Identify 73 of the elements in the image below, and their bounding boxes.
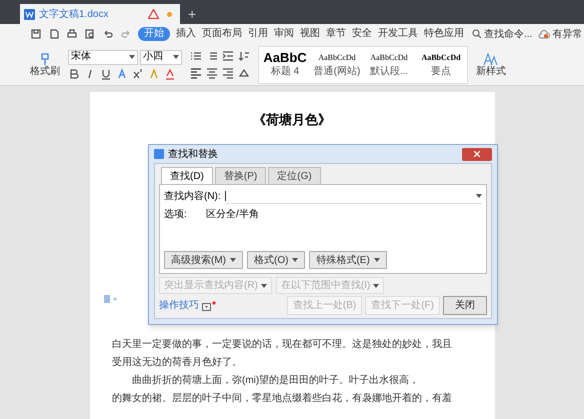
action-button[interactable]: 关闭 (443, 296, 487, 315)
bullet-list-icon[interactable] (190, 50, 202, 62)
options-label: 选项: (164, 208, 188, 222)
body-text: 白天里一定要做的事，一定要说的话，现在都可不理。这是独处的妙处，我且 (112, 338, 453, 352)
dialog-tab[interactable]: 查找(D) (161, 167, 213, 184)
menu-tab[interactable]: 安全 (352, 27, 372, 41)
undo-icon[interactable] (102, 28, 114, 40)
find-label: 查找内容(N): (164, 190, 221, 204)
option-button[interactable]: 格式(O) (247, 251, 306, 269)
options-value: 区分全/半角 (206, 208, 259, 222)
underline-icon[interactable] (100, 68, 112, 80)
dialog-tab[interactable]: 替换(P) (214, 167, 266, 184)
page-title: 《荷塘月色》 (253, 111, 331, 129)
body-text: 的舞女的裙。层层的叶子中间，零星地点缀着些白花，有袅娜地开着的，有羞 (112, 392, 453, 406)
body-text: 受用这无边的荷香月色好了。 (112, 356, 243, 370)
size-select[interactable]: 小四 (140, 50, 182, 64)
caret-icon (292, 258, 298, 262)
font-color-icon[interactable] (116, 68, 128, 80)
search-icon (472, 29, 482, 39)
caret-icon (373, 284, 380, 288)
document-icon (24, 8, 35, 20)
text-color-icon[interactable] (164, 68, 176, 80)
command-search[interactable]: 查找命令... (484, 26, 532, 42)
dialog-tab[interactable]: 定位(G) (268, 167, 321, 184)
save-icon[interactable] (30, 28, 42, 40)
find-field[interactable] (224, 190, 482, 204)
style-preset[interactable]: AaBbC 标题 4 (259, 46, 311, 82)
menu-tab[interactable]: 引用 (248, 27, 268, 41)
option-button[interactable]: 高级搜索(M) (164, 251, 243, 269)
preview-icon[interactable] (84, 28, 96, 40)
document-tab[interactable]: 文字文稿1.docx (20, 4, 180, 24)
align-left-icon[interactable] (190, 67, 202, 79)
menu-tab[interactable]: 插入 (176, 27, 196, 41)
style-preset[interactable]: AaBbCcDd 要点 (415, 46, 467, 82)
menu-tab[interactable]: 开始 (138, 27, 170, 41)
caret-icon (230, 258, 236, 262)
option-button[interactable]: 特殊格式(E) (309, 251, 387, 269)
format-painter-button[interactable]: 格式刷 (30, 52, 60, 78)
font-size-icon (483, 52, 499, 66)
style-preset[interactable]: AaBbCcDd 默认段... (363, 46, 415, 82)
bold-icon[interactable] (68, 68, 80, 80)
caret-icon (173, 55, 179, 59)
sort-icon[interactable] (238, 50, 250, 62)
indent-icon[interactable] (222, 50, 234, 62)
menu-tab[interactable]: 特色应用 (424, 27, 464, 41)
paragraph-icon (104, 295, 118, 303)
caret-icon (260, 284, 267, 288)
caret-icon (476, 194, 482, 198)
caret-icon (374, 258, 380, 262)
close-button[interactable] (462, 148, 492, 160)
style-preset[interactable]: AaBbCcDd 普通(网站) (311, 46, 363, 82)
menu-tab[interactable]: 视图 (300, 27, 320, 41)
new-tab-button[interactable]: + (180, 4, 204, 24)
document-title: 文字文稿1.docx (39, 8, 110, 22)
align-right-icon[interactable] (222, 67, 234, 79)
menu-tab[interactable]: 页面布局 (202, 27, 242, 41)
font-select[interactable]: 宋体 (68, 50, 138, 64)
align-center-icon[interactable] (206, 67, 218, 79)
sync-status[interactable]: 有异常 (552, 26, 582, 42)
superscript-icon[interactable] (132, 68, 144, 80)
menu-tab[interactable]: 章节 (326, 27, 346, 41)
menu-tab[interactable]: 开发工具 (378, 27, 418, 41)
print-icon[interactable] (66, 28, 78, 40)
tips-link[interactable]: 操作技巧 (159, 298, 199, 313)
dialog-title: 查找和替换 (168, 148, 219, 162)
cloud-icon (538, 29, 550, 39)
menu-tab[interactable]: 审阅 (274, 27, 294, 41)
app-icon (154, 149, 164, 159)
close-icon (474, 151, 480, 157)
body-text: 曲曲折折的荷塘上面，弥(mi)望的是田田的叶子。叶子出水很高， (131, 374, 420, 388)
new-style-button[interactable]: 新样式 (476, 52, 506, 78)
caret-icon (129, 55, 135, 59)
tips-icon[interactable] (202, 300, 216, 310)
